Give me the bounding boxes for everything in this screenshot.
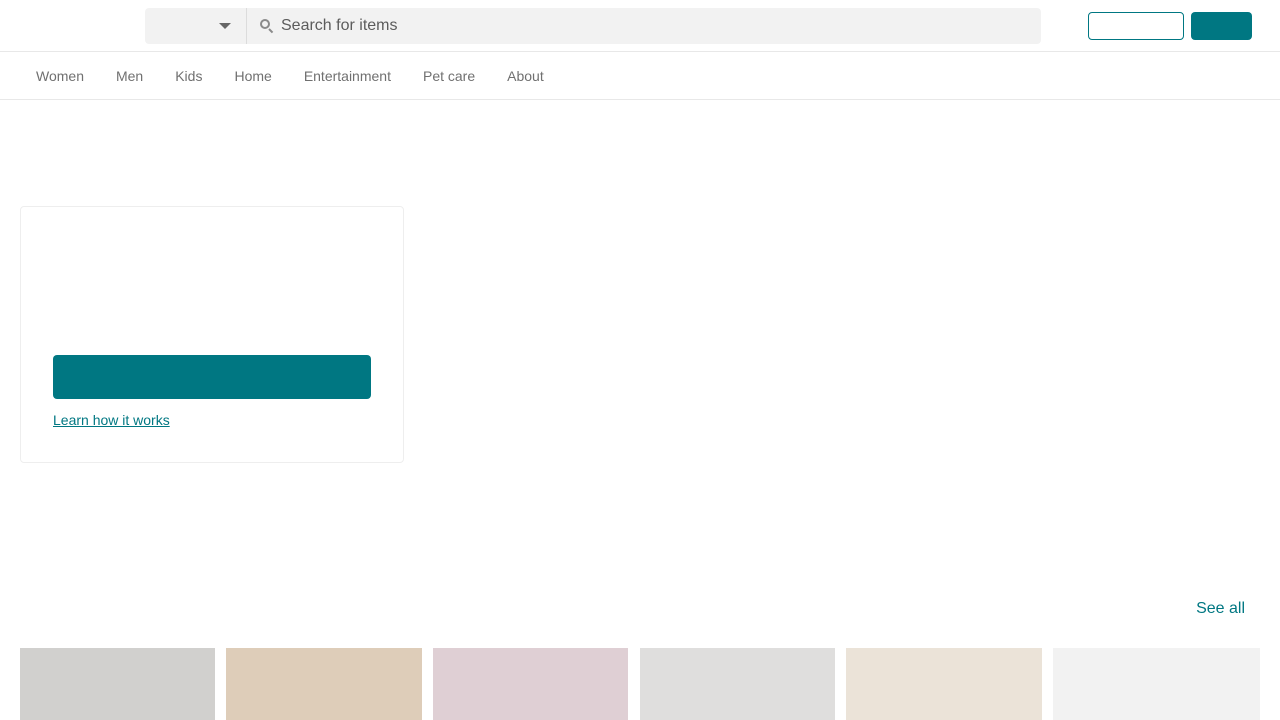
nav-item-about[interactable]: About [491, 53, 560, 100]
learn-how-it-works-link[interactable]: Learn how it works [53, 412, 170, 428]
sell-button[interactable] [1191, 12, 1252, 40]
item-tile[interactable] [20, 648, 215, 720]
hero-card: Learn how it works [20, 206, 404, 463]
category-dropdown[interactable] [145, 8, 247, 44]
item-tile[interactable] [226, 648, 422, 720]
item-tile[interactable] [846, 648, 1042, 720]
nav-item-kids[interactable]: Kids [159, 53, 218, 100]
nav-item-home[interactable]: Home [218, 53, 287, 100]
search-input[interactable] [281, 8, 1041, 44]
item-tile[interactable] [640, 648, 835, 720]
nav-item-entertainment[interactable]: Entertainment [288, 53, 407, 100]
nav-item-men[interactable]: Men [100, 53, 159, 100]
top-header [0, 0, 1280, 52]
search-icon [260, 19, 274, 34]
item-tile[interactable] [1053, 648, 1260, 720]
item-tile[interactable] [433, 648, 628, 720]
category-nav: Women Men Kids Home Entertainment Pet ca… [0, 53, 1280, 100]
search-bar [145, 8, 1041, 44]
see-all-link[interactable]: See all [1196, 600, 1245, 618]
item-tiles-row [20, 648, 1260, 720]
chevron-down-icon [219, 23, 231, 29]
nav-item-pet-care[interactable]: Pet care [407, 53, 491, 100]
nav-item-women[interactable]: Women [20, 53, 100, 100]
hero-cta-button[interactable] [53, 355, 371, 399]
login-button[interactable] [1088, 12, 1184, 40]
